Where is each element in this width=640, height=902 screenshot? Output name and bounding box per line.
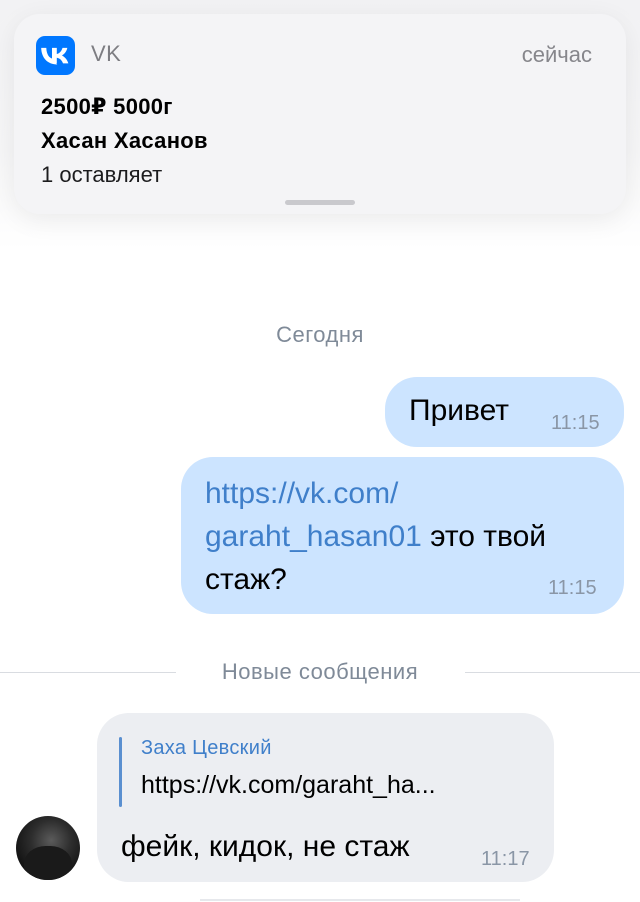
new-messages-separator: Новые сообщения [0,657,640,687]
notification-sender: Хасан Хасанов [41,128,208,153]
message-link[interactable]: https://vk.com/ [205,477,398,510]
notification-time: сейчас [521,42,592,67]
message-text: Привет [409,394,510,427]
app-name: VK [91,41,122,66]
incoming-message[interactable]: Заха Цевский https://vk.com/garaht_ha...… [97,713,554,882]
notification-grabber[interactable] [285,200,355,205]
reply-text[interactable]: https://vk.com/garaht_ha... [141,771,436,800]
separator-line [465,672,640,673]
notification-body: 1 оставляет [41,162,163,187]
outgoing-message[interactable]: https://vk.com/ garaht_hasan01 это твой … [181,457,624,614]
message-time: 11:15 [551,412,600,434]
divider [200,899,520,901]
message-time: 11:17 [481,848,530,870]
outgoing-message[interactable]: Привет 11:15 [385,377,624,447]
message-link[interactable]: garaht_hasan01 [205,520,422,553]
push-notification[interactable]: VK сейчас 2500₽ 5000г Хасан Хасанов 1 ос… [14,14,626,214]
vk-logo-icon [36,36,75,75]
reply-author[interactable]: Заха Цевский [141,737,272,760]
date-separator: Сегодня [276,322,364,347]
notification-area: VK сейчас 2500₽ 5000г Хасан Хасанов 1 ос… [0,0,640,250]
message-text-part: стаж? [205,563,287,596]
reply-quote-bar [119,737,122,807]
message-text-part: это твой [421,520,547,553]
message-text: фейк, кидок, не стаж [121,830,410,863]
avatar[interactable] [16,816,80,880]
notification-title: 2500₽ 5000г [41,94,173,119]
message-time: 11:15 [548,577,597,599]
